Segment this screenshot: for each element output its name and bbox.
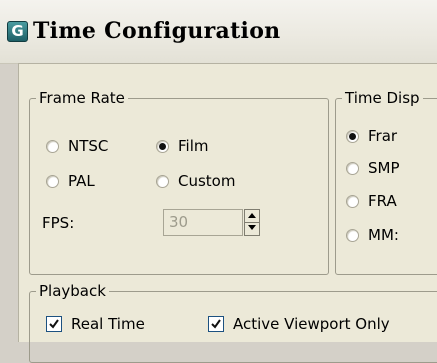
radio-frames-label: Frar bbox=[368, 127, 398, 145]
fps-spinner[interactable] bbox=[244, 209, 260, 236]
time-display-group: Time Disp Frar SMP FRA MM: bbox=[335, 89, 437, 275]
radio-frame-ticks-button[interactable] bbox=[346, 194, 359, 208]
playback-legend: Playback bbox=[36, 282, 109, 300]
playback-group: Playback Real Time Active Viewport Only bbox=[29, 282, 437, 363]
radio-pal[interactable]: PAL bbox=[46, 172, 95, 190]
radio-frames-button[interactable] bbox=[346, 129, 359, 143]
frame-rate-legend: Frame Rate bbox=[36, 89, 128, 107]
real-time-checkbox-box[interactable] bbox=[46, 316, 62, 332]
radio-ntsc[interactable]: NTSC bbox=[46, 137, 108, 155]
radio-custom-label: Custom bbox=[178, 172, 236, 190]
app-icon: G bbox=[7, 21, 28, 42]
frame-rate-group: Frame Rate NTSC Film PAL Custom FPS: 30 bbox=[29, 89, 329, 275]
radio-ntsc-label: NTSC bbox=[68, 137, 109, 155]
radio-pal-label: PAL bbox=[68, 172, 95, 190]
window-title: Time Configuration bbox=[33, 18, 281, 44]
radio-frame-ticks[interactable]: FRA bbox=[346, 192, 397, 210]
radio-smpte[interactable]: SMP bbox=[346, 159, 400, 177]
real-time-checkbox[interactable]: Real Time bbox=[46, 315, 145, 333]
active-viewport-only-label: Active Viewport Only bbox=[233, 315, 390, 333]
checkmark-icon bbox=[49, 319, 59, 329]
radio-custom[interactable]: Custom bbox=[156, 172, 235, 190]
radio-mmss-label: MM: bbox=[368, 226, 399, 244]
spinner-down-arrow-icon[interactable] bbox=[245, 222, 259, 234]
time-display-legend: Time Disp bbox=[342, 89, 423, 107]
radio-ntsc-button[interactable] bbox=[46, 139, 59, 153]
radio-film[interactable]: Film bbox=[156, 137, 208, 155]
title-bar[interactable]: G Time Configuration bbox=[0, 0, 437, 64]
radio-mmss-button[interactable] bbox=[346, 228, 359, 242]
radio-smpte-button[interactable] bbox=[346, 161, 359, 175]
active-viewport-only-checkbox[interactable]: Active Viewport Only bbox=[208, 315, 390, 333]
active-viewport-only-checkbox-box[interactable] bbox=[208, 316, 224, 332]
real-time-label: Real Time bbox=[71, 315, 145, 333]
radio-frame-ticks-label: FRA bbox=[368, 192, 397, 210]
radio-mmss[interactable]: MM: bbox=[346, 226, 399, 244]
radio-frames[interactable]: Frar bbox=[346, 127, 397, 145]
radio-pal-button[interactable] bbox=[46, 174, 59, 188]
radio-film-button[interactable] bbox=[156, 139, 169, 153]
radio-custom-button[interactable] bbox=[156, 174, 169, 188]
radio-smpte-label: SMP bbox=[368, 159, 400, 177]
checkmark-icon bbox=[211, 319, 221, 329]
radio-film-label: Film bbox=[178, 137, 209, 155]
dialog-content: Frame Rate NTSC Film PAL Custom FPS: 30 … bbox=[18, 63, 437, 363]
fps-label: FPS: bbox=[42, 214, 75, 232]
fps-input[interactable]: 30 bbox=[163, 209, 243, 236]
